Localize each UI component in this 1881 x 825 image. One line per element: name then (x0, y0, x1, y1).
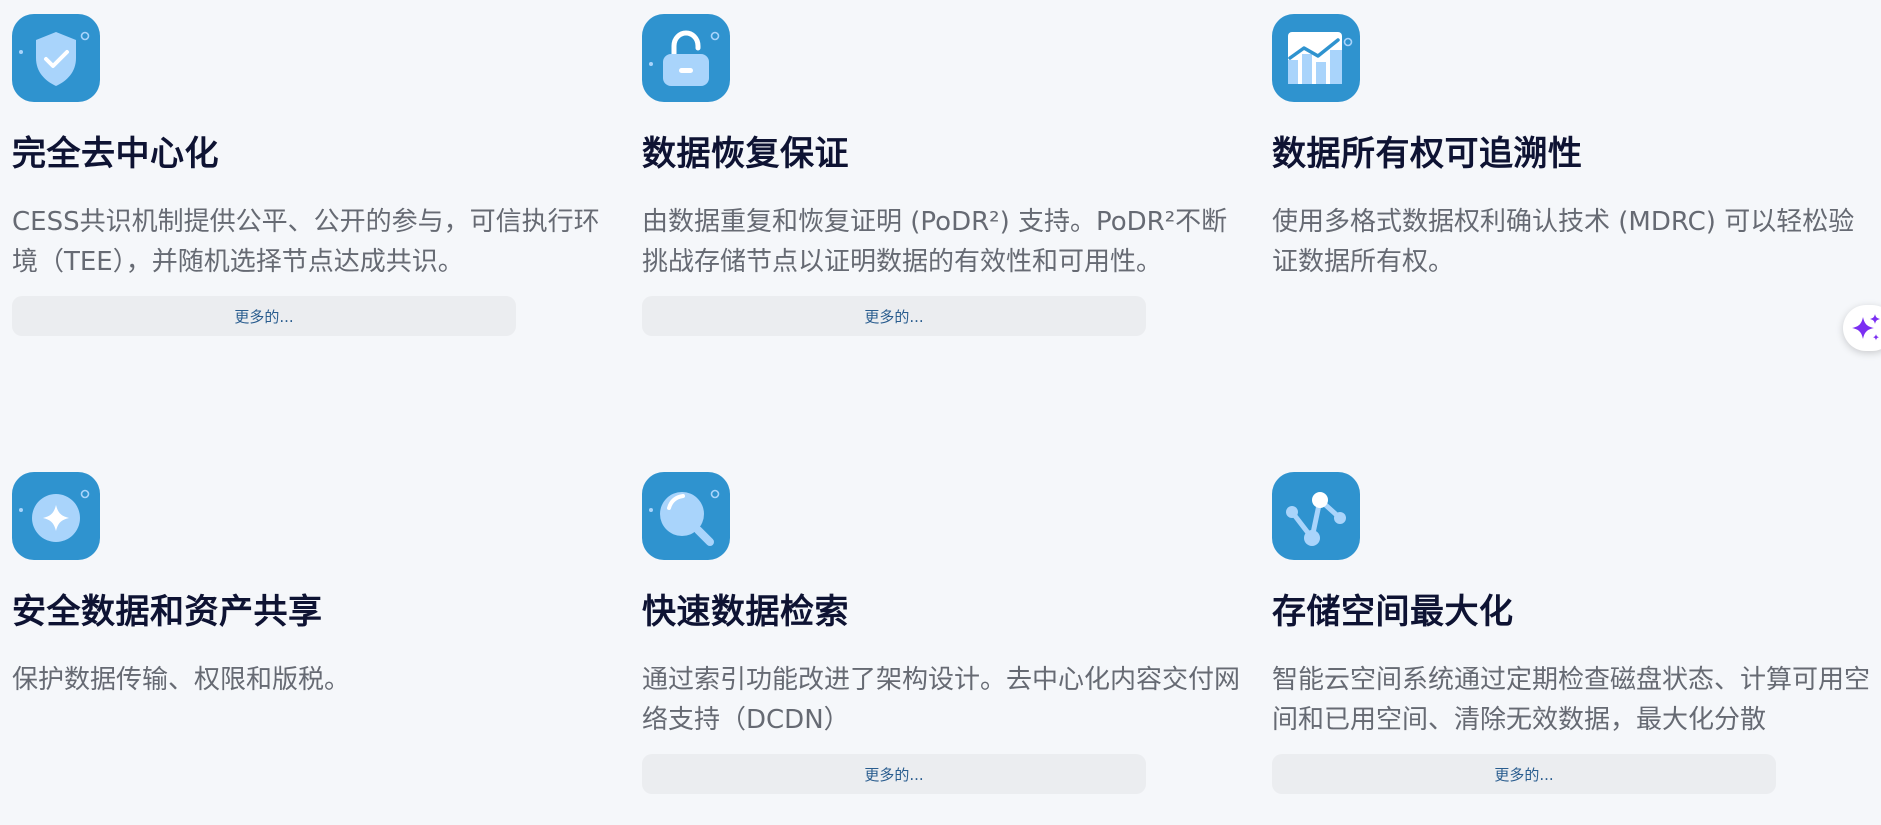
ai-sparkle-icon (1852, 314, 1880, 341)
shield-check-icon (12, 14, 100, 102)
feature-title: 快速数据检索 (642, 592, 849, 632)
feature-description: CESS共识机制提供公平、公开的参与，可信执行环境（TEE），并随机选择节点达成… (12, 207, 600, 277)
features-page: 完全去中心化 CESS共识机制提供公平、公开的参与，可信执行环境（TEE），并随… (0, 0, 1881, 825)
feature-card-ownership-traceability: 数据所有权可追溯性 使用多格式数据权利确认技术 (MDRC) 可以轻松验证数据所… (1272, 14, 1872, 282)
feature-card-storage-maximization: 存储空间最大化 智能云空间系统通过定期检查磁盘状态、计算可用空间和已用空间、清除… (1272, 472, 1872, 794)
feature-card-fast-retrieval: 快速数据检索 通过索引功能改进了架构设计。去中心化内容交付网络支持（DCDN） … (642, 472, 1242, 794)
sparkle-circle-icon (12, 472, 100, 560)
feature-title: 数据恢复保证 (642, 134, 849, 174)
chart-growth-icon (1272, 14, 1360, 102)
feature-card-secure-sharing: 安全数据和资产共享 保护数据传输、权限和版税。 (12, 472, 612, 700)
feature-description: 由数据重复和恢复证明 (PoDR²) 支持。PoDR²不断挑战存储节点以证明数据… (642, 207, 1228, 277)
more-button[interactable]: 更多的... (1272, 754, 1776, 794)
feature-card-decentralization: 完全去中心化 CESS共识机制提供公平、公开的参与，可信执行环境（TEE），并随… (12, 14, 612, 336)
feature-description: 通过索引功能改进了架构设计。去中心化内容交付网络支持（DCDN） (642, 665, 1241, 735)
more-button[interactable]: 更多的... (642, 296, 1146, 336)
ai-assistant-button[interactable] (1843, 305, 1881, 351)
feature-title: 完全去中心化 (12, 134, 219, 174)
feature-description: 智能云空间系统通过定期检查磁盘状态、计算可用空间和已用空间、清除无效数据，最大化… (1272, 665, 1871, 735)
unlock-icon (642, 14, 730, 102)
feature-description: 使用多格式数据权利确认技术 (MDRC) 可以轻松验证数据所有权。 (1272, 207, 1855, 277)
feature-title: 安全数据和资产共享 (12, 592, 323, 632)
network-nodes-icon (1272, 472, 1360, 560)
feature-card-data-recovery: 数据恢复保证 由数据重复和恢复证明 (PoDR²) 支持。PoDR²不断挑战存储… (642, 14, 1242, 336)
feature-description: 保护数据传输、权限和版税。 (12, 665, 351, 695)
feature-title: 数据所有权可追溯性 (1272, 134, 1583, 174)
more-button[interactable]: 更多的... (12, 296, 516, 336)
feature-title: 存储空间最大化 (1272, 592, 1514, 632)
more-button[interactable]: 更多的... (642, 754, 1146, 794)
magnifier-icon (642, 472, 730, 560)
